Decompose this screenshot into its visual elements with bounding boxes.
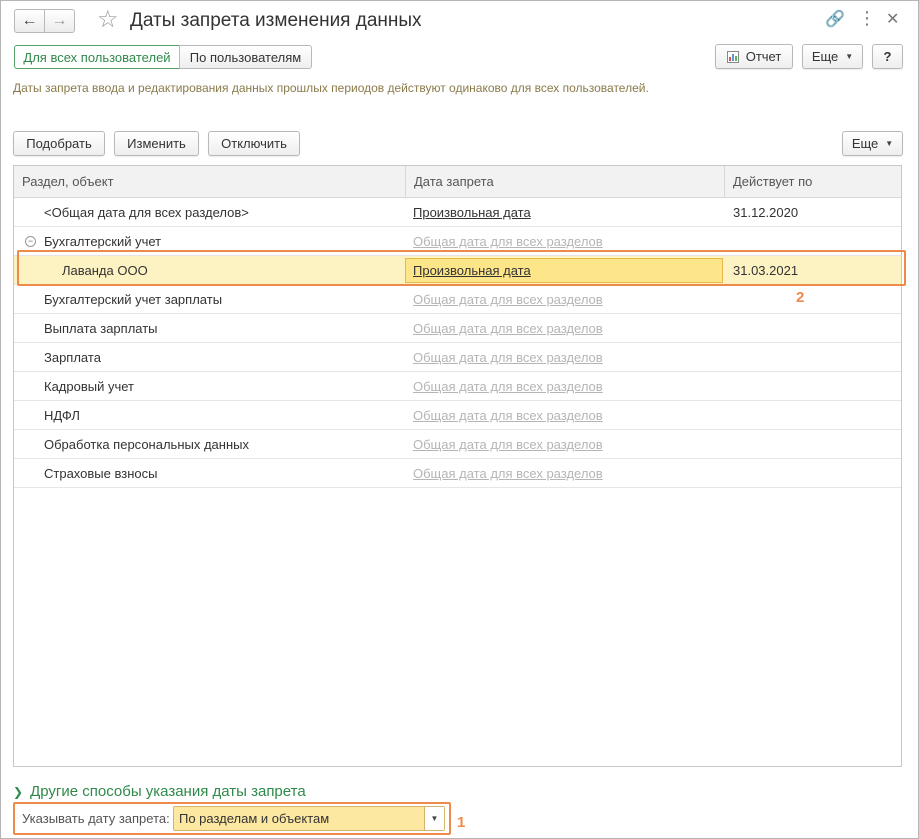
info-text: Даты запрета ввода и редактирования данн… [13,81,649,95]
row-name: Обработка персональных данных [44,437,249,452]
row-date-link[interactable]: Произвольная дата [413,198,531,227]
row-date-link[interactable]: Общая дата для всех разделов [413,343,603,372]
help-button[interactable]: ? [872,44,903,69]
row-date-link[interactable]: Общая дата для всех разделов [413,314,603,343]
row-name: Выплата зарплаты [44,321,158,336]
other-methods-toggle[interactable]: ❯ Другие способы указания даты запрета [13,783,306,800]
table-row[interactable]: Обработка персональных данных Общая дата… [14,430,901,459]
report-label: Отчет [745,49,782,64]
report-button[interactable]: Отчет [715,44,793,69]
pick-button[interactable]: Подобрать [13,131,105,156]
edit-button[interactable]: Изменить [114,131,199,156]
column-header-section[interactable]: Раздел, объект [14,166,405,198]
other-methods-label: Другие способы указания даты запрета [30,783,306,800]
row-date-link[interactable]: Общая дата для всех разделов [413,401,603,430]
dropdown-arrow-icon: ▼ [885,139,894,148]
more-label: Еще [811,49,839,64]
row-name: Страховые взносы [44,466,158,481]
collapse-icon[interactable]: − [25,236,36,247]
table-row[interactable]: НДФЛ Общая дата для всех разделов [14,401,901,430]
row-name: Зарплата [44,350,101,365]
table-row[interactable]: Бухгалтерский учет зарплаты Общая дата д… [14,285,901,314]
row-date-link[interactable]: Общая дата для всех разделов [413,285,603,314]
row-name: НДФЛ [44,408,80,423]
table-row[interactable]: Зарплата Общая дата для всех разделов [14,343,901,372]
page-title: Даты запрета изменения данных [130,10,422,31]
row-name: Бухгалтерский учет зарплаты [44,292,223,307]
row-date-link[interactable]: Общая дата для всех разделов [413,372,603,401]
table-header: Раздел, объект Дата запрета Действует по [14,166,901,198]
more-button-top[interactable]: Еще ▼ [802,44,863,69]
column-header-date[interactable]: Дата запрета [405,166,724,198]
report-icon [726,50,739,63]
table-row[interactable]: Страховые взносы Общая дата для всех раз… [14,459,901,488]
column-header-until[interactable]: Действует по [724,166,901,198]
table-row[interactable]: Кадровый учет Общая дата для всех раздел… [14,372,901,401]
forward-button[interactable]: → [44,9,75,33]
row-name: <Общая дата для всех разделов> [44,205,249,220]
favorite-star-icon[interactable]: ☆ [97,6,119,34]
row-date-link[interactable]: Общая дата для всех разделов [413,459,603,488]
row-until: 31.12.2020 [733,205,799,220]
arrow-left-icon: ← [21,12,38,29]
disable-button[interactable]: Отключить [208,131,300,156]
table-row[interactable]: Выплата зарплаты Общая дата для всех раз… [14,314,901,343]
row-name: Кадровый учет [44,379,134,394]
link-icon[interactable]: 🔗 [825,10,845,30]
chevron-down-icon: ❯ [13,785,24,799]
annotation-highlight-2 [17,250,906,286]
annotation-number-1: 1 [457,814,466,831]
annotation-number-2: 2 [796,289,805,306]
dropdown-arrow-icon: ▼ [845,52,854,61]
table-row[interactable]: <Общая дата для всех разделов> Произволь… [14,198,901,227]
tab-all-users[interactable]: Для всех пользователей [14,45,180,69]
back-button[interactable]: ← [14,9,45,33]
more-menu-icon[interactable]: ⋮ [858,8,876,28]
tab-by-users[interactable]: По пользователям [179,45,312,69]
more-label: Еще [851,136,879,151]
arrow-right-icon: → [51,12,68,29]
annotation-highlight-1 [13,802,451,835]
more-button-table[interactable]: Еще ▼ [842,131,903,156]
row-date-link[interactable]: Общая дата для всех разделов [413,430,603,459]
close-icon[interactable]: ✕ [886,10,899,30]
